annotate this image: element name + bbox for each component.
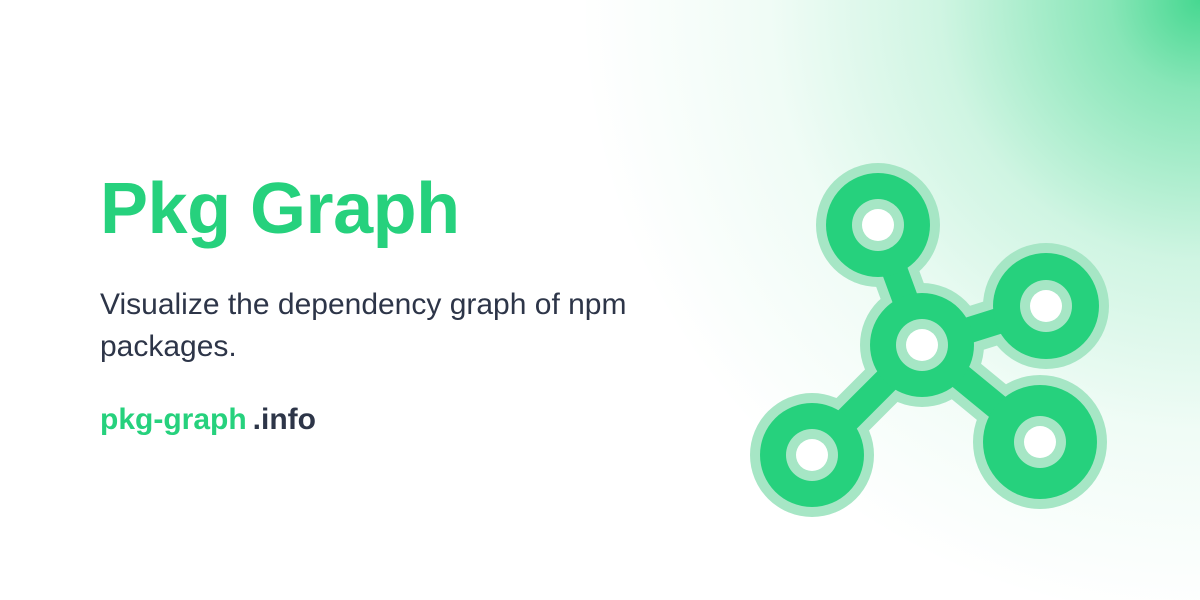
site-url-name: pkg-graph <box>100 403 247 436</box>
social-card: Pkg Graph Visualize the dependency graph… <box>0 0 1200 600</box>
site-url-tld: .info <box>252 403 316 436</box>
site-url: pkg-graph .info <box>100 400 316 440</box>
dependency-graph-icon <box>750 163 1109 517</box>
page-title: Pkg Graph <box>100 169 460 249</box>
tagline: Visualize the dependency graph of npm pa… <box>100 288 627 363</box>
